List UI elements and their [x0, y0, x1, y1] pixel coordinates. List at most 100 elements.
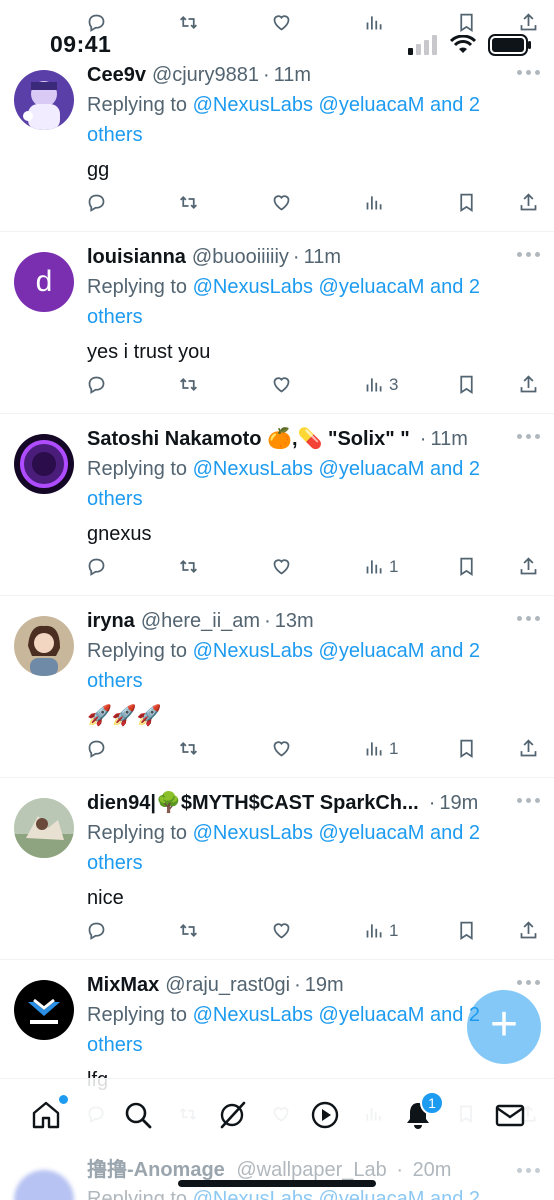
display-name[interactable]: MixMax: [87, 972, 159, 998]
home-indicator[interactable]: [178, 1180, 376, 1187]
nav-notifications[interactable]: 1: [400, 1091, 444, 1133]
share-button[interactable]: [518, 556, 539, 577]
share-button[interactable]: [518, 192, 539, 213]
bookmark-button[interactable]: [456, 556, 477, 577]
tweet-actions: [86, 192, 542, 222]
like-button[interactable]: [271, 192, 292, 213]
user-handle[interactable]: @cjury9881: [152, 62, 259, 88]
reply-tweet[interactable]: Satoshi Nakamoto 🍊,💊 "Solix" " · 11m Rep…: [0, 414, 554, 596]
more-options-icon[interactable]: [517, 252, 540, 257]
timestamp[interactable]: 19m: [305, 972, 344, 998]
user-handle[interactable]: @here_ii_am: [141, 608, 260, 634]
separator-dot: ·: [428, 792, 436, 814]
views-button[interactable]: 1: [364, 556, 398, 577]
timestamp[interactable]: 11m: [304, 244, 341, 270]
avatar[interactable]: [14, 1170, 74, 1200]
replying-to-label: Replying to: [87, 1004, 188, 1026]
share-icon: [520, 739, 537, 757]
share-icon: [520, 375, 537, 393]
display-name[interactable]: Cee9v: [87, 62, 146, 88]
display-name[interactable]: iryna: [87, 608, 135, 634]
avatar[interactable]: [14, 798, 74, 858]
bookmark-button[interactable]: [456, 374, 477, 395]
reply-tweet-partial[interactable]: 撸撸-Anomage @wallpaper_Lab · 20m Replying…: [0, 1150, 554, 1200]
replying-to-label: Replying to: [87, 94, 188, 116]
timestamp[interactable]: 19m: [439, 790, 478, 816]
avatar[interactable]: d: [14, 252, 74, 312]
retweet-button[interactable]: [178, 192, 199, 213]
nav-grok[interactable]: [214, 1097, 250, 1133]
tweet-text: gnexus: [87, 523, 152, 545]
like-button[interactable]: [271, 920, 292, 941]
reply-button[interactable]: [86, 738, 107, 759]
display-name[interactable]: louisianna: [87, 244, 186, 270]
reply-button[interactable]: [86, 192, 107, 213]
display-name[interactable]: 撸撸-Anomage: [87, 1159, 225, 1181]
timestamp[interactable]: 20m: [413, 1159, 452, 1181]
share-button[interactable]: [518, 920, 539, 941]
reply-tweet[interactable]: Cee9v @cjury9881 · 11m Replying to @Nexu…: [0, 50, 554, 232]
reply-tweet[interactable]: d louisianna @buooiiiiiy · 11m Replying …: [0, 232, 554, 414]
tweet-header: MixMax @raju_rast0gi · 19m: [87, 972, 540, 998]
nav-search[interactable]: [120, 1097, 156, 1133]
share-icon: [520, 921, 537, 939]
more-options-icon[interactable]: [517, 434, 540, 439]
bookmark-button[interactable]: [456, 920, 477, 941]
reply-button[interactable]: [86, 556, 107, 577]
nav-video[interactable]: [307, 1097, 343, 1133]
timestamp[interactable]: 13m: [275, 608, 314, 634]
share-button[interactable]: [518, 738, 539, 759]
more-options-icon[interactable]: [517, 616, 540, 621]
reply-tweet[interactable]: dien94|🌳$MYTH$CAST SparkCh... · 19m Repl…: [0, 778, 554, 960]
replying-to: Replying to @NexusLabs @yeluacaM and 2 o…: [87, 90, 507, 150]
display-name[interactable]: Satoshi Nakamoto 🍊,💊 "Solix" ": [87, 426, 410, 452]
reply-button[interactable]: [86, 374, 107, 395]
timestamp[interactable]: 11m: [430, 426, 467, 452]
tweet-header: Satoshi Nakamoto 🍊,💊 "Solix" " · 11m: [87, 426, 540, 452]
like-button[interactable]: [271, 738, 292, 759]
replying-to: Replying to @NexusLabs @yeluacaM and 2: [87, 1185, 480, 1200]
tweet-actions: 1: [86, 920, 542, 950]
replies-feed: Cee9v @cjury9881 · 11m Replying to @Nexu…: [0, 50, 554, 1142]
nav-messages[interactable]: [492, 1097, 528, 1133]
compose-button[interactable]: +: [467, 990, 541, 1064]
nav-home[interactable]: [28, 1095, 68, 1133]
timestamp[interactable]: 11m: [274, 62, 311, 88]
separator-dot: ·: [294, 974, 301, 996]
separator-dot: ·: [419, 428, 427, 450]
retweet-button[interactable]: [178, 738, 199, 759]
retweet-button[interactable]: [178, 920, 199, 941]
more-options-icon[interactable]: [517, 70, 540, 75]
bookmark-button[interactable]: [456, 192, 477, 213]
like-button[interactable]: [271, 556, 292, 577]
retweet-button[interactable]: [178, 556, 199, 577]
reply-mentions[interactable]: @NexusLabs @yeluacaM and 2: [193, 1188, 480, 1200]
user-handle[interactable]: @buooiiiiiy: [192, 244, 289, 270]
avatar[interactable]: [14, 70, 74, 130]
reply-button[interactable]: [86, 920, 107, 941]
reply-tweet[interactable]: iryna @here_ii_am · 13m Replying to @Nex…: [0, 596, 554, 778]
user-handle[interactable]: @raju_rast0gi: [165, 972, 290, 998]
retweet-button[interactable]: [178, 374, 199, 395]
tweet-header: louisianna @buooiiiiiy · 11m: [87, 244, 540, 270]
avatar[interactable]: [14, 980, 74, 1040]
more-options-icon[interactable]: [517, 980, 540, 985]
share-button[interactable]: [518, 374, 539, 395]
views-button[interactable]: 3: [364, 374, 398, 395]
more-options-icon[interactable]: [517, 1168, 540, 1173]
views-button[interactable]: 1: [364, 738, 398, 759]
more-options-icon[interactable]: [517, 798, 540, 803]
views-button[interactable]: [364, 192, 389, 213]
tweet-actions: 3: [86, 374, 542, 404]
avatar[interactable]: [14, 434, 74, 494]
like-icon: [273, 741, 290, 757]
bookmark-button[interactable]: [456, 738, 477, 759]
views-button[interactable]: 1: [364, 920, 398, 941]
avatar[interactable]: [14, 616, 74, 676]
like-button[interactable]: [271, 374, 292, 395]
tweet-body: louisianna @buooiiiiiy · 11m Replying to…: [87, 244, 540, 366]
views-icon: [366, 196, 382, 210]
display-name[interactable]: dien94|🌳$MYTH$CAST SparkCh...: [87, 790, 419, 816]
user-handle[interactable]: @wallpaper_Lab: [236, 1159, 386, 1181]
bookmark-icon: [460, 193, 473, 213]
